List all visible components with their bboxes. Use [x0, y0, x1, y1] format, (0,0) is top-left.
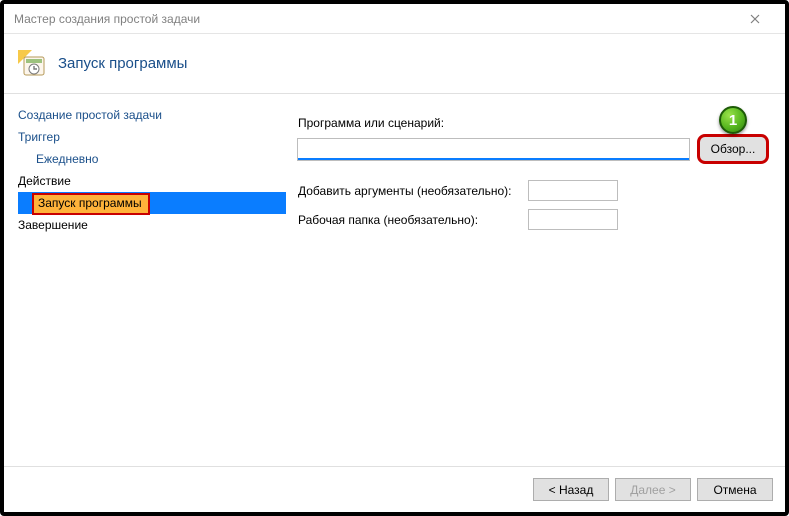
wizard-steps: Создание простой задачи Триггер Ежедневн… — [4, 94, 284, 466]
startin-input[interactable] — [528, 209, 618, 230]
step-finish[interactable]: Завершение — [18, 214, 284, 236]
program-label: Программа или сценарий: — [298, 116, 444, 130]
step-start-program[interactable]: Запуск программы — [18, 192, 286, 214]
titlebar: Мастер создания простой задачи — [4, 4, 785, 34]
next-button: Далее > — [615, 478, 691, 501]
step-start-program-label: Запуск программы — [32, 193, 150, 215]
program-input[interactable] — [298, 139, 689, 160]
form-area: Программа или сценарий: 1 Обзор... Добав… — [284, 94, 785, 466]
step-daily[interactable]: Ежедневно — [18, 148, 284, 170]
annotation-badge-1: 1 — [719, 106, 747, 134]
step-action[interactable]: Действие — [18, 170, 284, 192]
startin-label: Рабочая папка (необязательно): — [298, 213, 528, 227]
task-icon — [18, 50, 46, 78]
cancel-button[interactable]: Отмена — [697, 478, 773, 501]
close-icon[interactable] — [735, 5, 775, 33]
wizard-footer: < Назад Далее > Отмена — [4, 466, 785, 512]
arguments-label: Добавить аргументы (необязательно): — [298, 184, 528, 198]
back-button[interactable]: < Назад — [533, 478, 609, 501]
browse-button[interactable]: Обзор... — [697, 134, 769, 164]
page-title: Запуск программы — [58, 55, 187, 72]
window-title: Мастер создания простой задачи — [14, 12, 735, 26]
step-trigger[interactable]: Триггер — [18, 126, 284, 148]
step-create-basic[interactable]: Создание простой задачи — [18, 104, 284, 126]
wizard-header: Запуск программы — [4, 34, 785, 94]
arguments-input[interactable] — [528, 180, 618, 201]
